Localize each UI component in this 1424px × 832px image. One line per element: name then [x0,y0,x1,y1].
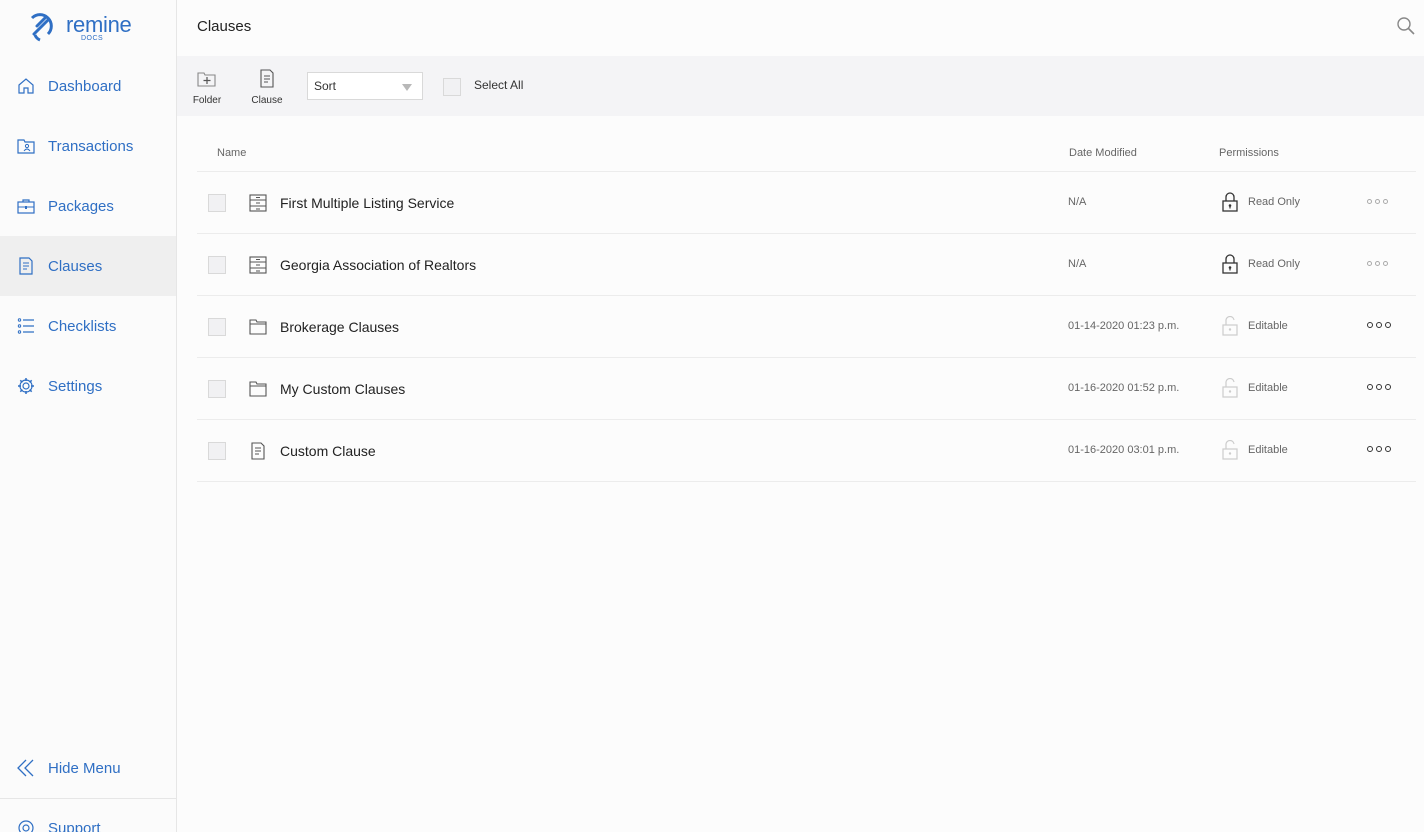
hide-menu-button[interactable]: Hide Menu [0,738,176,798]
row-checkbox[interactable] [208,380,226,398]
sidebar-item-label: Settings [48,377,103,395]
hide-menu-label: Hide Menu [48,759,121,777]
logo-subtitle: DOCS [81,35,104,42]
sidebar-item-clauses[interactable]: Clauses [0,236,176,296]
table-row[interactable]: My Custom Clauses 01-16-2020 01:52 p.m. … [197,358,1416,420]
document-icon [251,442,265,460]
sort-dropdown[interactable]: Sort [307,72,423,100]
column-header-permissions[interactable]: Permissions [1219,147,1279,159]
new-clause-icon [247,68,287,90]
row-permission: Read Only [1248,196,1300,208]
table-header: Name Date Modified Permissions [197,136,1416,172]
row-checkbox[interactable] [208,194,226,212]
lock-icon [1222,192,1238,212]
row-checkbox[interactable] [208,318,226,336]
toolbar: Folder Clause Sort Select All [177,56,1424,116]
sidebar-item-label: Clauses [48,257,103,275]
more-options-icon[interactable] [1367,442,1397,456]
sidebar-item-label: Checklists [48,317,117,335]
add-folder-icon [187,68,227,90]
column-header-date-modified[interactable]: Date Modified [1069,147,1137,159]
sidebar-item-settings[interactable]: Settings [0,356,176,416]
remine-logo-icon [30,13,53,42]
page-title: Clauses [197,18,252,35]
briefcase-icon [16,196,36,216]
row-date: 01-16-2020 03:01 p.m. [1068,444,1180,456]
select-all-label: Select All [474,78,524,92]
home-icon [16,76,36,96]
dropdown-arrow-icon [402,84,412,91]
new-folder-button[interactable]: Folder [187,68,227,106]
folder-person-icon [16,136,36,156]
row-date: N/A [1068,258,1087,270]
row-name: Custom Clause [280,443,376,459]
sidebar-item-transactions[interactable]: Transactions [0,116,176,176]
sort-value: Sort [314,79,337,93]
row-name: My Custom Clauses [280,381,406,397]
row-checkbox[interactable] [208,256,226,274]
row-name: Brokerage Clauses [280,319,400,335]
unlock-icon [1222,316,1238,336]
unlock-icon [1222,440,1238,460]
row-permission: Editable [1248,320,1288,332]
document-icon [16,256,36,276]
cabinet-icon [249,194,267,212]
sidebar-item-label: Support [48,819,101,832]
row-name: First Multiple Listing Service [280,195,455,211]
select-all-checkbox[interactable] [443,78,461,96]
row-permission: Read Only [1248,258,1300,270]
sidebar-item-checklists[interactable]: Checklists [0,296,176,356]
row-date: 01-14-2020 01:23 p.m. [1068,320,1180,332]
cabinet-icon [249,256,267,274]
row-date: 01-16-2020 01:52 p.m. [1068,382,1180,394]
remine-logo[interactable]: remine DOCS [26,6,156,46]
sidebar-item-label: Dashboard [48,77,122,95]
top-bar: Clauses [177,0,1424,56]
more-options-icon[interactable] [1367,194,1397,208]
clauses-table: Name Date Modified Permissions First Mul… [197,136,1416,482]
unlock-icon [1222,378,1238,398]
clause-label: Clause [251,95,283,106]
row-permission: Editable [1248,444,1288,456]
table-row[interactable]: Georgia Association of Realtors N/A Read… [197,234,1416,296]
sidebar: remine DOCS Dashboard Transactions Packa… [0,0,177,832]
gear-icon [16,376,36,396]
folder-icon [249,381,267,397]
row-checkbox[interactable] [208,442,226,460]
support-icon [16,818,36,832]
row-name: Georgia Association of Realtors [280,257,477,273]
row-permission: Editable [1248,382,1288,394]
sidebar-item-dashboard[interactable]: Dashboard [0,56,176,116]
table-row[interactable]: Custom Clause 01-16-2020 03:01 p.m. Edit… [197,420,1416,482]
lock-icon [1222,254,1238,274]
sidebar-item-support[interactable]: Support [0,798,176,832]
double-chevron-left-icon [16,758,36,778]
column-header-name[interactable]: Name [217,147,246,159]
app-root: remine DOCS Dashboard Transactions Packa… [0,0,1424,832]
new-clause-button[interactable]: Clause [247,68,287,106]
list-icon [16,316,36,336]
folder-label: Folder [192,95,222,106]
table-row[interactable]: Brokerage Clauses 01-14-2020 01:23 p.m. … [197,296,1416,358]
sidebar-item-packages[interactable]: Packages [0,176,176,236]
table-row[interactable]: First Multiple Listing Service N/A Read … [197,172,1416,234]
search-icon[interactable] [1396,16,1416,36]
more-options-icon[interactable] [1367,318,1397,332]
sidebar-item-label: Packages [48,197,114,215]
row-date: N/A [1068,196,1087,208]
more-options-icon[interactable] [1367,380,1397,394]
folder-icon [249,319,267,335]
sidebar-item-label: Transactions [48,137,134,155]
more-options-icon[interactable] [1367,256,1397,270]
